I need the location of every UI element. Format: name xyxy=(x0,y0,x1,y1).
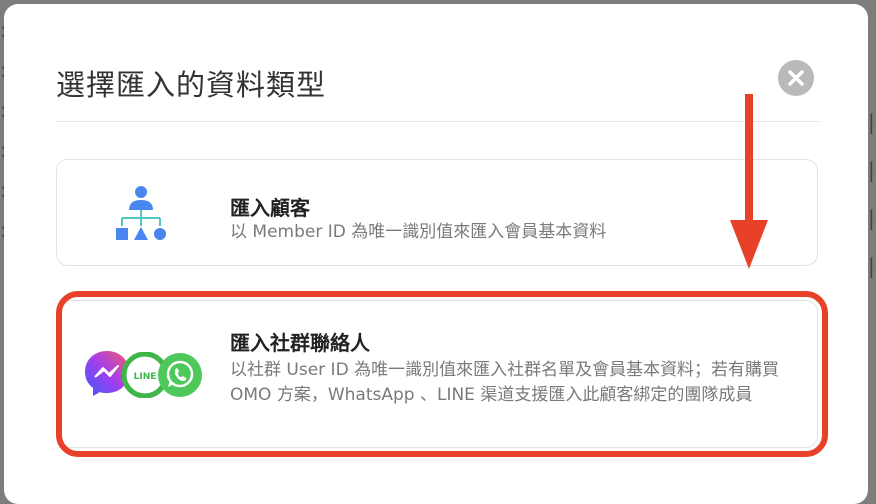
import-customers-option[interactable]: 匯入顧客 以 Member ID 為唯一識別值來匯入會員基本資料 xyxy=(56,159,818,266)
hierarchy-icon xyxy=(116,186,166,240)
option-description: 以 Member ID 為唯一識別值來匯入會員基本資料 xyxy=(230,222,607,242)
line-logo-text: LINE xyxy=(134,372,157,382)
option-title: 匯入社群聯絡人 xyxy=(230,331,370,355)
close-icon xyxy=(788,70,804,86)
whatsapp-icon xyxy=(158,353,202,397)
close-button[interactable] xyxy=(778,60,814,96)
import-type-dialog: 選擇匯入的資料類型 匯入顧客 以 Member ID 為唯一識別值來匯入會員基本… xyxy=(4,4,868,504)
option-description: 以社群 User ID 為唯一識別值來匯入社群名單及會員基本資料；若有購買 OM… xyxy=(230,360,780,405)
title-divider xyxy=(56,121,820,122)
down-arrow-annotation xyxy=(730,94,768,269)
option-title: 匯入顧客 xyxy=(230,196,310,220)
dialog-title: 選擇匯入的資料類型 xyxy=(56,68,327,102)
import-social-contacts-option[interactable]: LINE 匯入社群聯絡人 以社群 User ID 為唯一識別值來匯入社群名單及會… xyxy=(56,300,818,448)
background-page-edge: | | | | xyxy=(868,110,875,278)
